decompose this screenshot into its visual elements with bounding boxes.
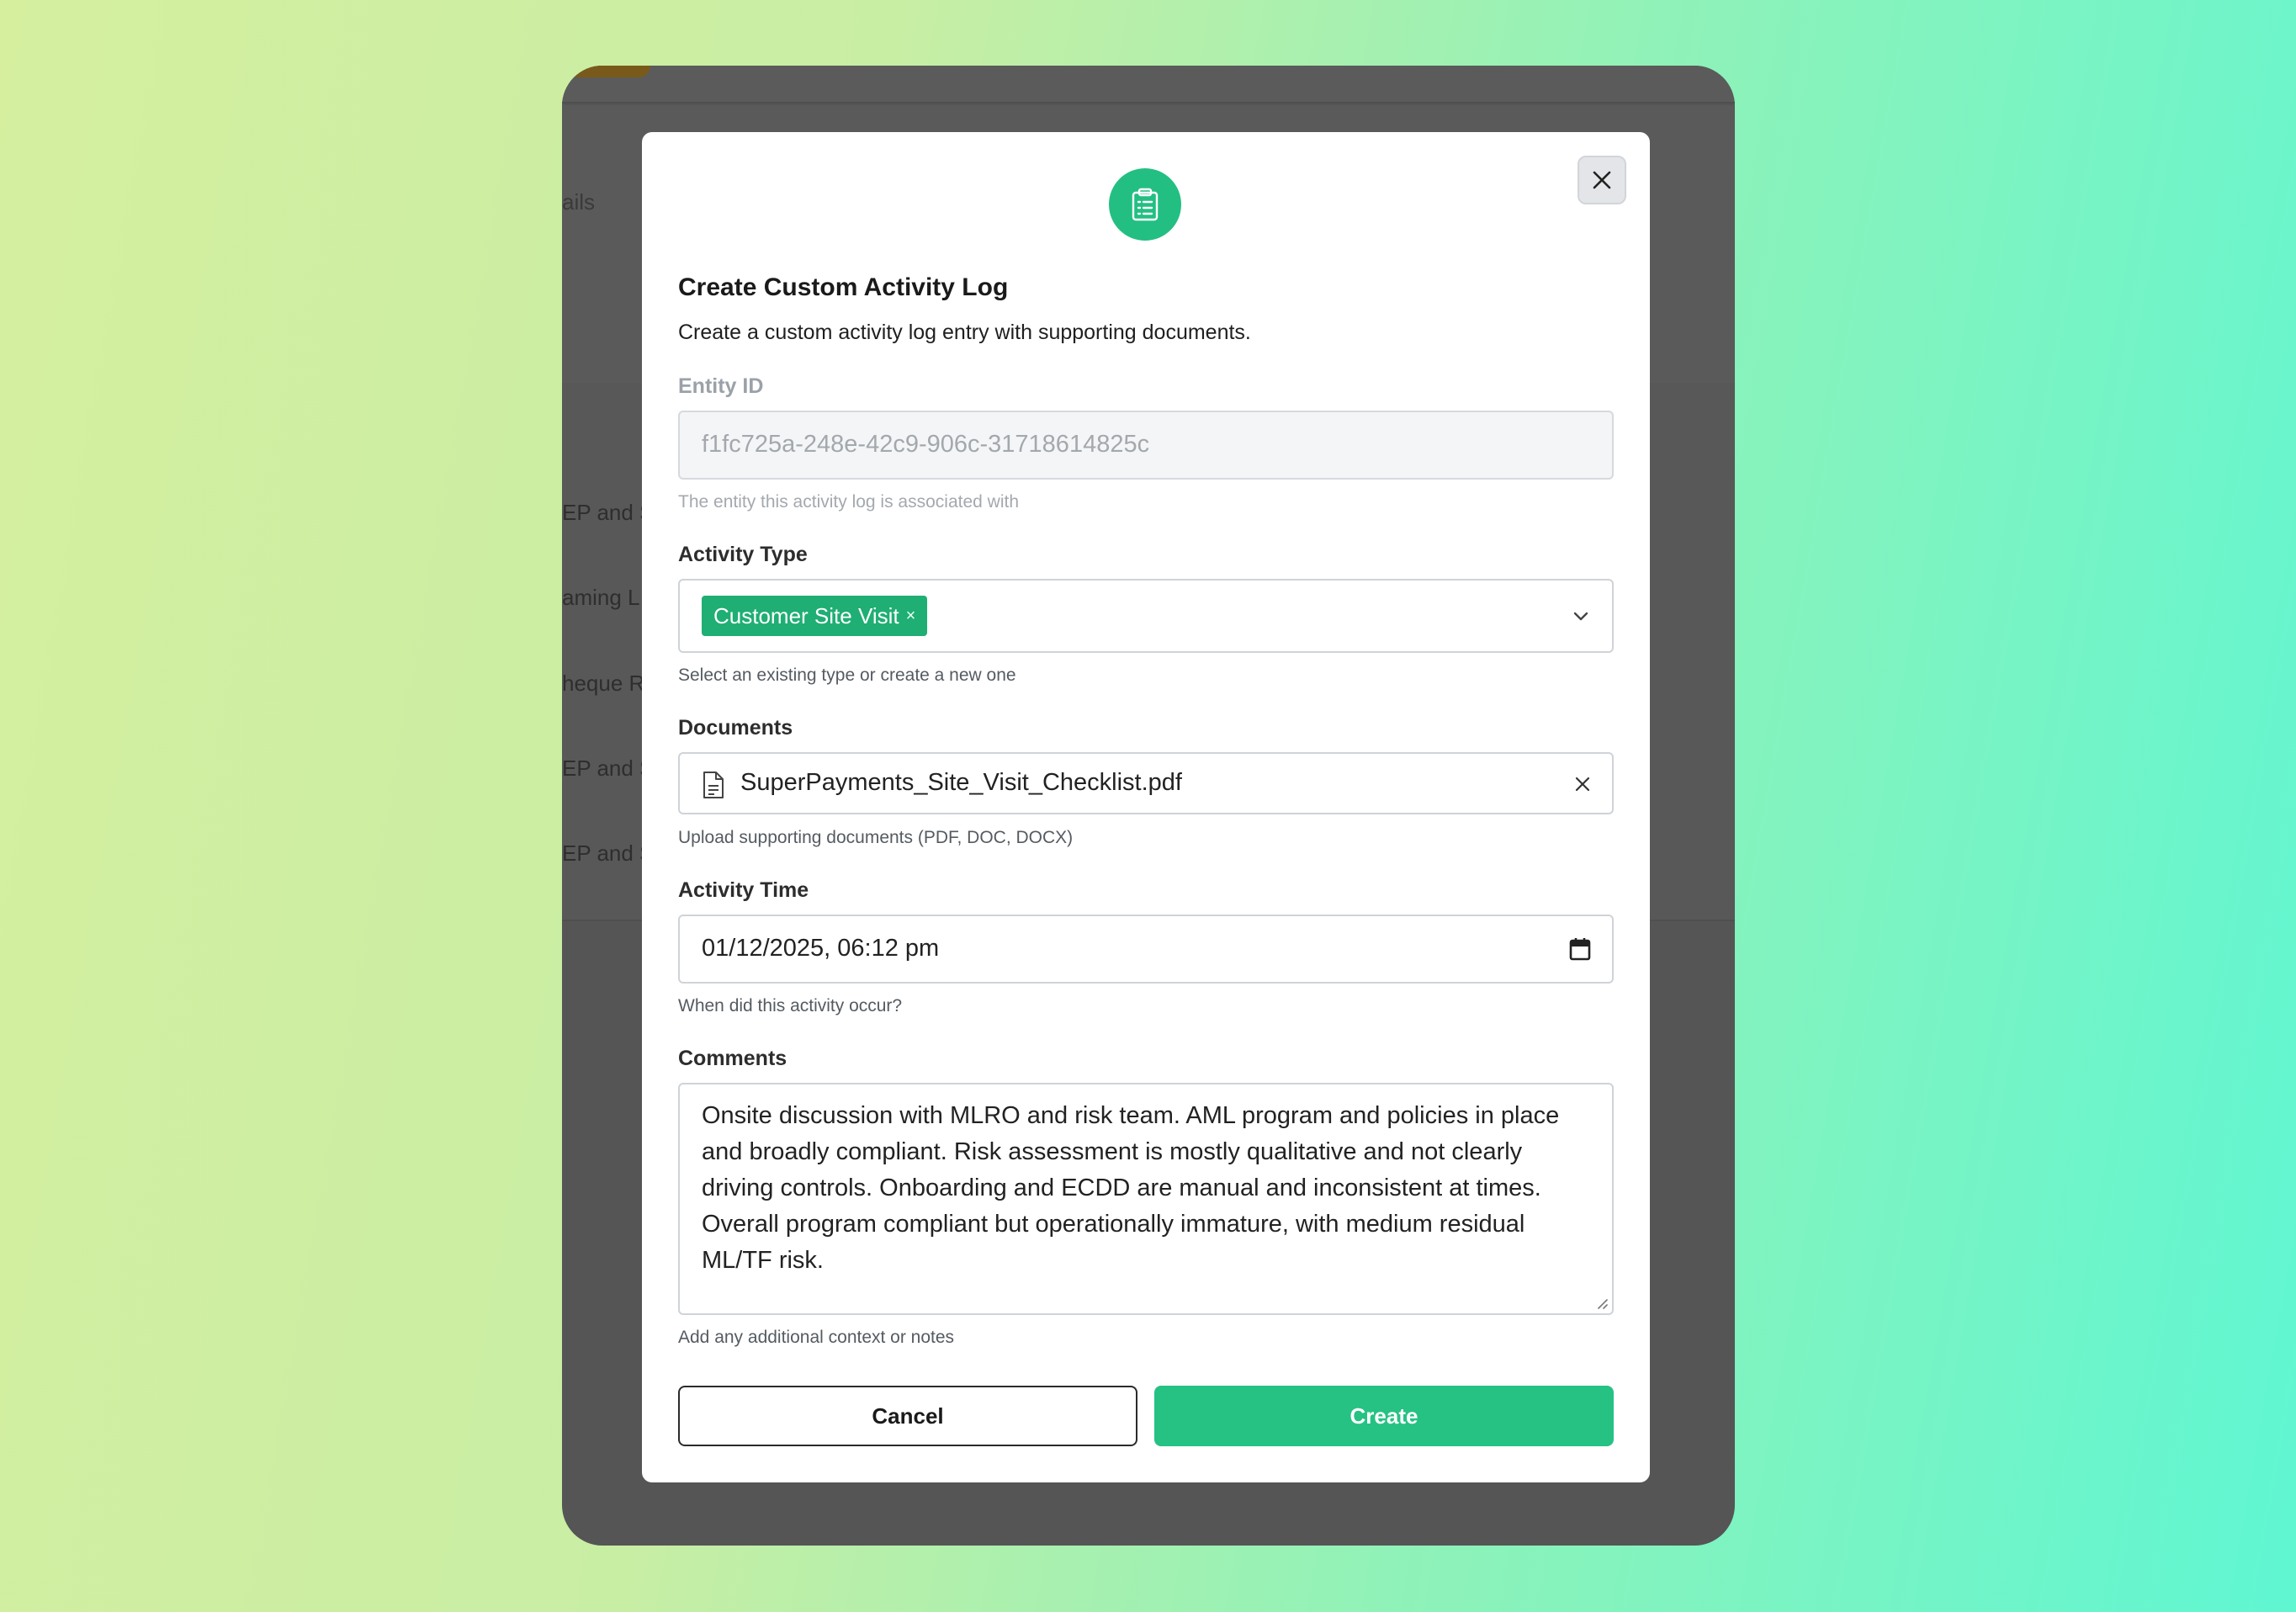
activity-type-chip: Customer Site Visit ×	[702, 596, 928, 636]
documents-help: Upload supporting documents (PDF, DOC, D…	[678, 828, 1074, 847]
activity-type-chip-label: Customer Site Visit	[713, 602, 899, 628]
comments-value: Onsite discussion with MLRO and risk tea…	[702, 1102, 1567, 1274]
activity-type-help: Select an existing type or create a new …	[678, 665, 1016, 685]
background-row: aming L	[562, 585, 640, 610]
entity-id-label: Entity ID	[678, 374, 764, 398]
create-button[interactable]: Create	[1154, 1386, 1614, 1446]
comments-textarea[interactable]: Onsite discussion with MLRO and risk tea…	[678, 1083, 1614, 1315]
app-topbar	[562, 66, 1735, 103]
modal-title: Create Custom Activity Log	[678, 273, 1009, 301]
entity-id-value: f1fc725a-248e-42c9-906c-31718614825c	[702, 431, 1150, 458]
remove-file-icon[interactable]	[1573, 775, 1592, 793]
activity-type-label: Activity Type	[678, 543, 808, 566]
modal-description: Create a custom activity log entry with …	[678, 321, 1251, 344]
close-icon	[1593, 171, 1611, 189]
activity-time-input[interactable]: 01/12/2025, 06:12 pm	[678, 915, 1614, 984]
activity-time-label: Activity Time	[678, 878, 809, 902]
background-tab: ails	[562, 189, 596, 215]
background-row: EP and S	[562, 840, 655, 866]
chevron-down-icon[interactable]	[1570, 606, 1592, 628]
file-icon	[703, 772, 724, 798]
background-row: EP and S	[562, 500, 655, 525]
comments-help: Add any additional context or notes	[678, 1328, 955, 1347]
activity-time-value: 01/12/2025, 06:12 pm	[702, 935, 940, 962]
documents-label: Documents	[678, 716, 793, 740]
background-row: heque R	[562, 671, 645, 696]
activity-type-select[interactable]: Customer Site Visit ×	[678, 579, 1614, 653]
cancel-button[interactable]: Cancel	[678, 1386, 1137, 1446]
document-file-name: SuperPayments_Site_Visit_Checklist.pdf	[740, 769, 1182, 796]
entity-id-help: The entity this activity log is associat…	[678, 492, 1020, 512]
comments-label: Comments	[678, 1047, 787, 1070]
entity-id-field: f1fc725a-248e-42c9-906c-31718614825c	[678, 411, 1614, 480]
clipboard-list-icon	[1109, 168, 1181, 241]
create-activity-log-modal: Create Custom Activity Log Create a cust…	[642, 132, 1650, 1482]
close-button[interactable]	[1578, 156, 1626, 204]
activity-time-help: When did this activity occur?	[678, 996, 903, 1015]
chip-remove-button[interactable]: ×	[906, 607, 916, 626]
calendar-icon[interactable]	[1568, 936, 1592, 962]
documents-field[interactable]: SuperPayments_Site_Visit_Checklist.pdf	[678, 752, 1614, 814]
app-badge	[562, 66, 650, 77]
background-row: EP and S	[562, 756, 655, 781]
resize-grip-icon[interactable]	[1595, 1296, 1609, 1310]
